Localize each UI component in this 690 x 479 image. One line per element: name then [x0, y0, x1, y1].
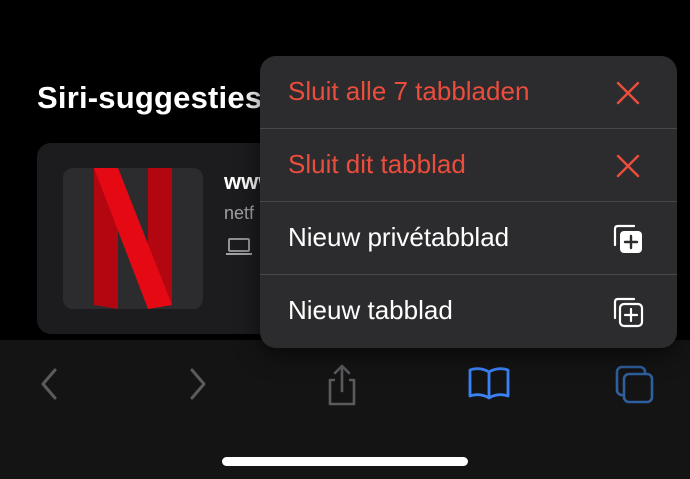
safari-start-page: Siri-suggesties www netf Sluit alle 7 ta…	[0, 0, 690, 479]
siri-suggestions-title: Siri-suggesties	[37, 80, 263, 115]
bottom-toolbar	[0, 340, 690, 479]
close-x-icon	[612, 150, 644, 182]
private-tab-plus-icon	[612, 223, 644, 255]
close-x-icon	[612, 77, 644, 109]
new-private-tab-label: Nieuw privétabblad	[288, 222, 510, 252]
close-all-tabs-item[interactable]: Sluit alle 7 tabbladen	[260, 56, 677, 129]
suggestion-url: netf	[224, 203, 255, 223]
chevron-left-icon[interactable]	[27, 362, 71, 406]
new-tab-plus-icon	[612, 296, 644, 328]
close-this-tab-item[interactable]: Sluit dit tabblad	[260, 129, 677, 202]
new-tab-item[interactable]: Nieuw tabblad	[260, 275, 677, 348]
new-tab-label: Nieuw tabblad	[288, 295, 453, 325]
share-icon[interactable]	[320, 362, 364, 406]
tabs-icon[interactable]	[612, 362, 656, 406]
home-indicator	[222, 457, 468, 466]
laptop-icon	[226, 238, 252, 261]
close-this-tab-label: Sluit dit tabblad	[288, 149, 466, 179]
tab-context-menu: Sluit alle 7 tabbladen Sluit dit tabblad…	[260, 56, 677, 348]
new-private-tab-item[interactable]: Nieuw privétabblad	[260, 202, 677, 275]
book-icon[interactable]	[467, 362, 511, 406]
chevron-right-icon[interactable]	[176, 362, 220, 406]
close-all-tabs-label: Sluit alle 7 tabbladen	[288, 76, 530, 106]
netflix-logo	[63, 168, 203, 309]
